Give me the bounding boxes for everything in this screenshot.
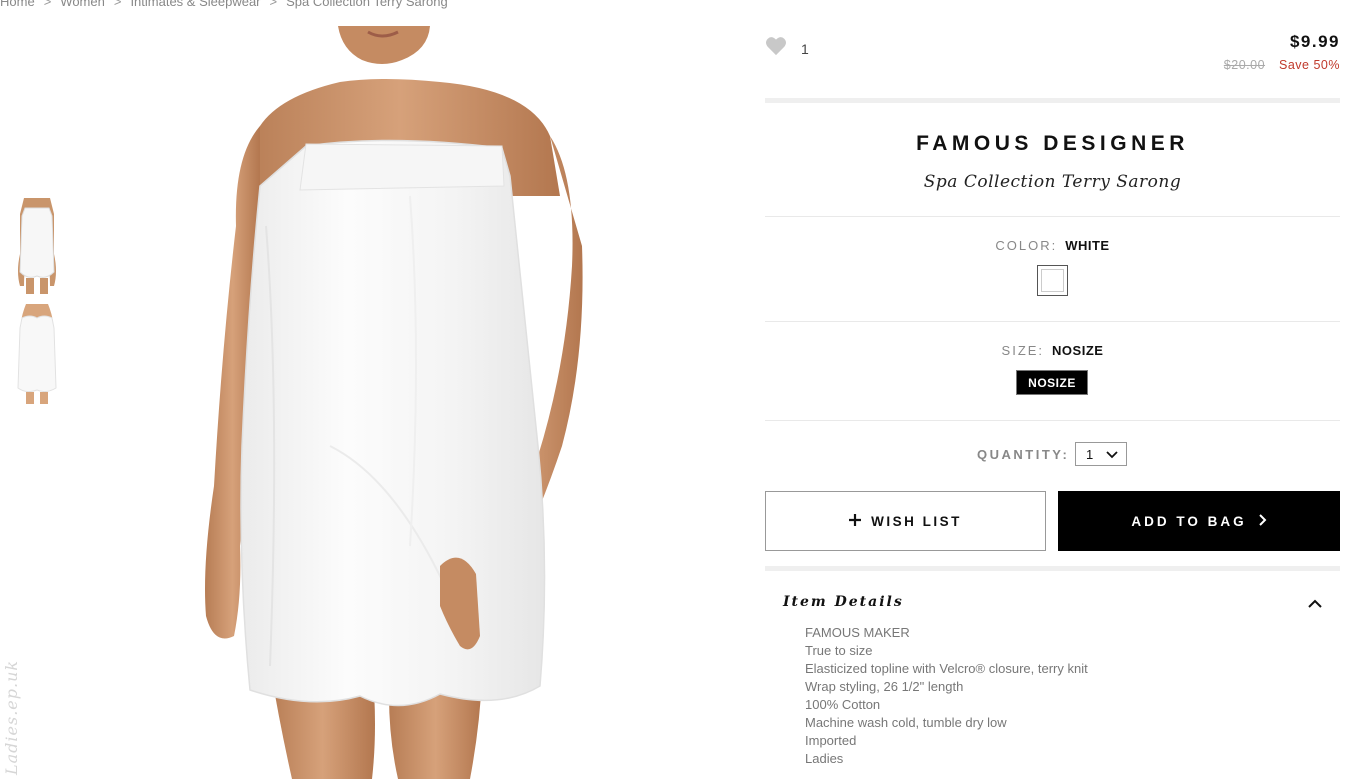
swatch-fill (1041, 269, 1064, 292)
size-option-nosize[interactable]: NOSIZE (1016, 370, 1088, 395)
quantity-value: 1 (1086, 446, 1094, 462)
plus-icon (849, 513, 862, 529)
breadcrumb: Home > Women > Intimates & Sleepwear > Spa Col… (0, 0, 448, 9)
color-label: COLOR: WHITE (765, 238, 1340, 253)
current-price: $9.99 (1289, 32, 1340, 51)
size-label-value: NOSIZE (1052, 343, 1104, 358)
detail-item: Elasticized topline with Velcro® closure… (805, 661, 1088, 676)
detail-item: Imported (805, 733, 857, 748)
divider (765, 98, 1340, 103)
detail-item: FAMOUS MAKER (805, 625, 910, 640)
detail-item: 100% Cotton (805, 697, 881, 712)
size-label-key: SIZE: (1001, 343, 1045, 358)
detail-item: Wrap styling, 26 1/2" length (805, 679, 964, 694)
product-panel: 1 $9.99 $20.00 Save 50% FAMOUS DESIGNER … (765, 0, 1340, 779)
divider (765, 216, 1340, 217)
like-count: 1 (801, 40, 809, 57)
chevron-down-icon (1106, 447, 1118, 462)
color-swatch-white[interactable] (1037, 265, 1068, 296)
breadcrumb-home[interactable]: Home (0, 0, 35, 9)
original-price: $20.00 (1223, 58, 1266, 72)
chevron-right-icon (1258, 513, 1267, 529)
heart-icon (765, 36, 787, 61)
breadcrumb-separator: > (269, 0, 278, 9)
color-label-key: COLOR: (995, 238, 1058, 253)
brand-name[interactable]: FAMOUS DESIGNER (765, 132, 1340, 156)
breadcrumb-separator: > (43, 0, 52, 9)
save-badge: Save 50% (1279, 58, 1340, 72)
add-to-bag-button[interactable]: ADD TO BAG (1058, 491, 1340, 551)
detail-item: Machine wash cold, tumble dry low (805, 715, 1007, 730)
add-to-bag-label: ADD TO BAG (1131, 513, 1247, 529)
divider (765, 566, 1340, 571)
detail-item: Ladies (805, 751, 844, 766)
quantity-label: QUANTITY: (977, 447, 1070, 462)
breadcrumb-intimates[interactable]: Intimates & Sleepwear (130, 0, 260, 9)
product-title: Spa Collection Terry Sarong (923, 172, 1182, 192)
breadcrumb-women[interactable]: Women (60, 0, 105, 9)
divider (765, 321, 1340, 322)
breadcrumb-current[interactable]: Spa Collection Terry Sarong (286, 0, 448, 9)
wishlist-label: WISH LIST (871, 513, 962, 529)
price-block: $9.99 $20.00 Save 50% (1224, 32, 1340, 72)
thumbnail-front[interactable] (12, 194, 62, 294)
like-button[interactable]: 1 (765, 36, 809, 61)
add-to-wishlist-button[interactable]: WISH LIST (765, 491, 1046, 551)
divider (765, 420, 1340, 421)
color-label-value: WHITE (1065, 238, 1110, 253)
thumbnail-back[interactable] (12, 304, 62, 404)
detail-item: True to size (805, 643, 873, 658)
item-details-list: FAMOUS MAKER True to size Elasticized to… (805, 624, 1088, 768)
breadcrumb-separator: > (113, 0, 122, 9)
watermark: Ladies.ep.uk (2, 659, 21, 775)
chevron-up-icon[interactable] (1308, 595, 1322, 613)
size-label: SIZE: NOSIZE (765, 343, 1340, 358)
main-product-image[interactable] (110, 26, 670, 779)
item-details-heading[interactable]: Item Details (783, 594, 904, 610)
quantity-select[interactable]: 1 (1075, 442, 1127, 466)
